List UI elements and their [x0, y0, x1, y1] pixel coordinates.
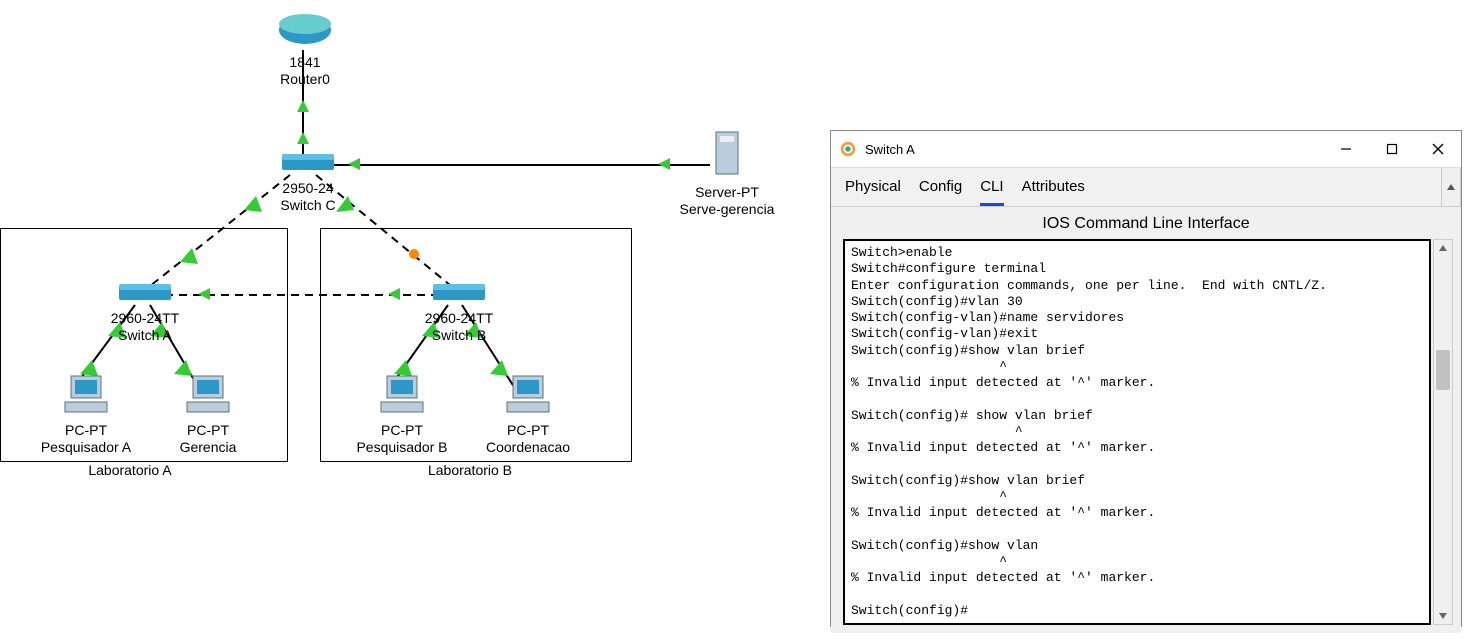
cli-terminal[interactable]: Switch>enable Switch#configure terminal …: [843, 239, 1431, 625]
app-icon: [839, 140, 857, 158]
lab-a-label: Laboratorio A: [30, 462, 230, 478]
device-name: Coordenacao: [478, 439, 578, 456]
topology-canvas[interactable]: Laboratorio A Laboratorio B 1841 Router0…: [0, 0, 830, 640]
maximize-button[interactable]: [1369, 131, 1415, 167]
device-switchc[interactable]: 2950-24 Switch C: [268, 148, 348, 213]
device-name: Pesquisador A: [36, 439, 136, 456]
tab-physical[interactable]: Physical: [845, 174, 901, 206]
link-status-up-icon: [297, 100, 309, 112]
switch-icon: [429, 278, 489, 306]
device-switchb[interactable]: 2960-24TT Switch B: [414, 278, 504, 343]
device-switcha[interactable]: 2960-24TT Switch A: [100, 278, 190, 343]
device-dialog: Switch A Physical Config CLI Attributes …: [830, 130, 1462, 627]
link-status-up-icon: [297, 132, 309, 144]
device-name: Pesquisador B: [352, 439, 452, 456]
device-name: Switch B: [414, 327, 504, 344]
link-status-up-icon: [658, 158, 670, 170]
minimize-button[interactable]: [1323, 131, 1369, 167]
chevron-up-icon: [1439, 244, 1447, 252]
tabbar: Physical Config CLI Attributes: [831, 168, 1441, 206]
cli-scrollbar[interactable]: [1433, 239, 1453, 625]
device-model: 2950-24: [268, 180, 348, 197]
pc-icon: [61, 374, 111, 418]
close-icon: [1432, 143, 1444, 155]
device-pc-coordenacao[interactable]: PC-PT Coordenacao: [478, 374, 578, 455]
pc-icon: [183, 374, 233, 418]
scroll-down-button[interactable]: [1434, 608, 1452, 624]
router-icon: [275, 10, 335, 50]
chevron-up-icon: [1446, 182, 1456, 192]
lab-b-label: Laboratorio B: [370, 462, 570, 478]
device-name: Gerencia: [168, 439, 248, 456]
device-pc-pesquisador-a[interactable]: PC-PT Pesquisador A: [36, 374, 136, 455]
scroll-thumb[interactable]: [1436, 350, 1450, 390]
link-status-up-icon: [244, 196, 262, 212]
device-router0[interactable]: 1841 Router0: [270, 10, 340, 87]
device-model: 2960-24TT: [414, 310, 504, 327]
titlebar[interactable]: Switch A: [831, 131, 1461, 168]
link-status-up-icon: [348, 158, 360, 170]
device-model: PC-PT: [352, 422, 452, 439]
device-name: Router0: [270, 71, 340, 88]
close-button[interactable]: [1415, 131, 1461, 167]
tab-attributes[interactable]: Attributes: [1022, 174, 1085, 206]
device-server[interactable]: Server-PT Serve-gerencia: [672, 130, 782, 217]
device-model: Server-PT: [672, 184, 782, 201]
scroll-up-button[interactable]: [1434, 240, 1452, 256]
switch-icon: [278, 148, 338, 176]
pc-icon: [503, 374, 553, 418]
device-pc-pesquisador-b[interactable]: PC-PT Pesquisador B: [352, 374, 452, 455]
device-pc-gerencia[interactable]: PC-PT Gerencia: [168, 374, 248, 455]
cli-panel: IOS Command Line Interface Switch>enable…: [831, 207, 1461, 633]
maximize-icon: [1386, 143, 1398, 155]
panel-scroll-up-button[interactable]: [1441, 168, 1461, 206]
device-model: 1841: [270, 54, 340, 71]
device-model: PC-PT: [36, 422, 136, 439]
minimize-icon: [1340, 143, 1352, 155]
tab-config[interactable]: Config: [919, 174, 962, 206]
device-model: PC-PT: [478, 422, 578, 439]
cli-heading: IOS Command Line Interface: [831, 207, 1461, 239]
chevron-down-icon: [1439, 612, 1447, 620]
tab-cli[interactable]: CLI: [980, 174, 1003, 206]
window-title: Switch A: [865, 142, 1323, 157]
switch-icon: [115, 278, 175, 306]
device-name: Serve-gerencia: [672, 201, 782, 218]
device-model: PC-PT: [168, 422, 248, 439]
device-name: Switch C: [268, 197, 348, 214]
server-icon: [704, 130, 750, 180]
pc-icon: [377, 374, 427, 418]
device-name: Switch A: [100, 327, 190, 344]
device-model: 2960-24TT: [100, 310, 190, 327]
